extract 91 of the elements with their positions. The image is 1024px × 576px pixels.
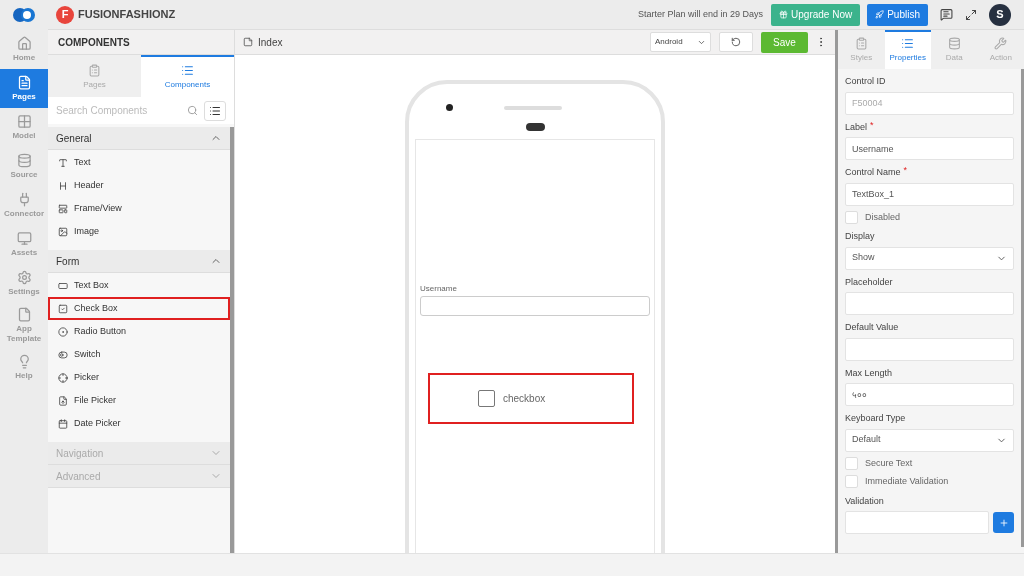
rail-item[interactable]: Pages [0, 69, 48, 108]
required-mark: * [903, 166, 908, 175]
avatar[interactable]: S [989, 3, 1011, 26]
rocket-icon [875, 10, 885, 19]
platform-select[interactable]: Android [650, 32, 711, 52]
component-item[interactable]: Check Box [48, 297, 230, 320]
publish-button[interactable]: Publish [867, 3, 928, 26]
radio-icon [58, 326, 68, 337]
tools-icon [994, 37, 1008, 50]
undo-icon [731, 37, 741, 47]
speaker-icon [504, 105, 562, 110]
section-header[interactable]: General [48, 127, 230, 150]
gear-icon [16, 270, 32, 285]
checkbox[interactable] [478, 390, 495, 407]
home-icon [16, 36, 32, 51]
input-field[interactable]: TextBox_1 [845, 182, 1014, 206]
checkbox-row[interactable]: Disabled [845, 210, 1014, 224]
field-label: Display [845, 230, 875, 243]
component-item[interactable]: Text Box [48, 274, 230, 297]
section-header[interactable]: Form [48, 250, 230, 273]
textbox-icon [58, 280, 68, 291]
field-label: Username [420, 283, 458, 295]
gift-icon [779, 10, 789, 19]
checkbox-icon [58, 303, 68, 314]
field-label: Control ID [845, 75, 886, 88]
undo-button[interactable] [719, 32, 753, 52]
frame-icon [58, 203, 68, 214]
checkbox-row[interactable]: Secure Text [845, 456, 1014, 470]
grid-icon [16, 114, 32, 129]
component-item[interactable]: Image [48, 220, 230, 243]
username-field[interactable] [420, 296, 650, 316]
list-view-button[interactable] [204, 100, 226, 121]
logo-icon [12, 7, 36, 23]
properties-tab[interactable]: Properties [884, 30, 931, 69]
clipboard-icon [88, 63, 101, 77]
monitor-icon [16, 231, 32, 246]
database-icon [16, 153, 32, 168]
input-field[interactable] [845, 511, 989, 534]
brand-logo: F [56, 5, 74, 24]
picker-icon [58, 372, 68, 383]
component-item[interactable]: Picker [48, 366, 230, 389]
field-label: Label [845, 120, 868, 134]
field-label: Keyboard Type [845, 412, 906, 425]
camera-icon [446, 104, 453, 111]
field-label: Validation [845, 494, 884, 508]
calendar-icon [58, 418, 68, 429]
checkbox-row[interactable]: Immediate Validation [845, 475, 1014, 489]
field-label: Max Length [845, 366, 893, 380]
input-field[interactable] [845, 337, 1014, 361]
field-label: Default Value [845, 321, 899, 334]
home-sensor-icon [525, 123, 545, 131]
search-field[interactable]: Search Components [48, 97, 183, 124]
field-label: Control Name [845, 166, 901, 179]
checkbox-label: checkbox [503, 392, 546, 406]
list-icon [901, 37, 915, 50]
heading-icon [58, 180, 68, 191]
plus-icon [998, 517, 1009, 528]
text-icon [58, 157, 68, 168]
doc-icon [16, 307, 32, 322]
page-icon [243, 37, 253, 47]
select-field[interactable]: Default [845, 428, 1014, 452]
file-icon [58, 395, 68, 406]
panel-title: COMPONENTS [58, 35, 130, 50]
page-title: Index [258, 35, 284, 50]
input-field[interactable]: Username [845, 137, 1014, 160]
component-item[interactable]: Switch [48, 343, 230, 366]
input-field[interactable] [845, 292, 1014, 315]
add-button[interactable] [993, 512, 1014, 533]
select-field[interactable]: Show [845, 246, 1014, 270]
component-item[interactable]: Date Picker [48, 412, 230, 435]
panel-tab[interactable]: Components [141, 55, 234, 97]
required-mark: * [870, 120, 874, 130]
brand-name: FUSIONFASHIONZ [78, 7, 177, 23]
list-icon [181, 63, 194, 77]
search-icon [187, 105, 198, 116]
image-icon [58, 226, 68, 237]
component-item[interactable]: File Picker [48, 389, 230, 412]
switch-icon [58, 349, 68, 360]
input-field[interactable]: ५०० [845, 383, 1014, 406]
component-item[interactable]: Header [48, 174, 230, 197]
chat-icon[interactable] [940, 8, 953, 21]
clipboard-icon [854, 37, 868, 50]
plan-notice: Starter Plan will end in 29 Days [637, 7, 764, 21]
database-icon [947, 37, 961, 50]
component-item[interactable]: Frame/View [48, 197, 230, 220]
component-item[interactable]: Text [48, 151, 230, 174]
page-icon [16, 75, 32, 90]
component-item[interactable]: Radio Button [48, 320, 230, 343]
field-label: Placeholder [845, 275, 893, 289]
fullscreen-icon[interactable] [965, 8, 977, 21]
list-icon [209, 104, 221, 117]
